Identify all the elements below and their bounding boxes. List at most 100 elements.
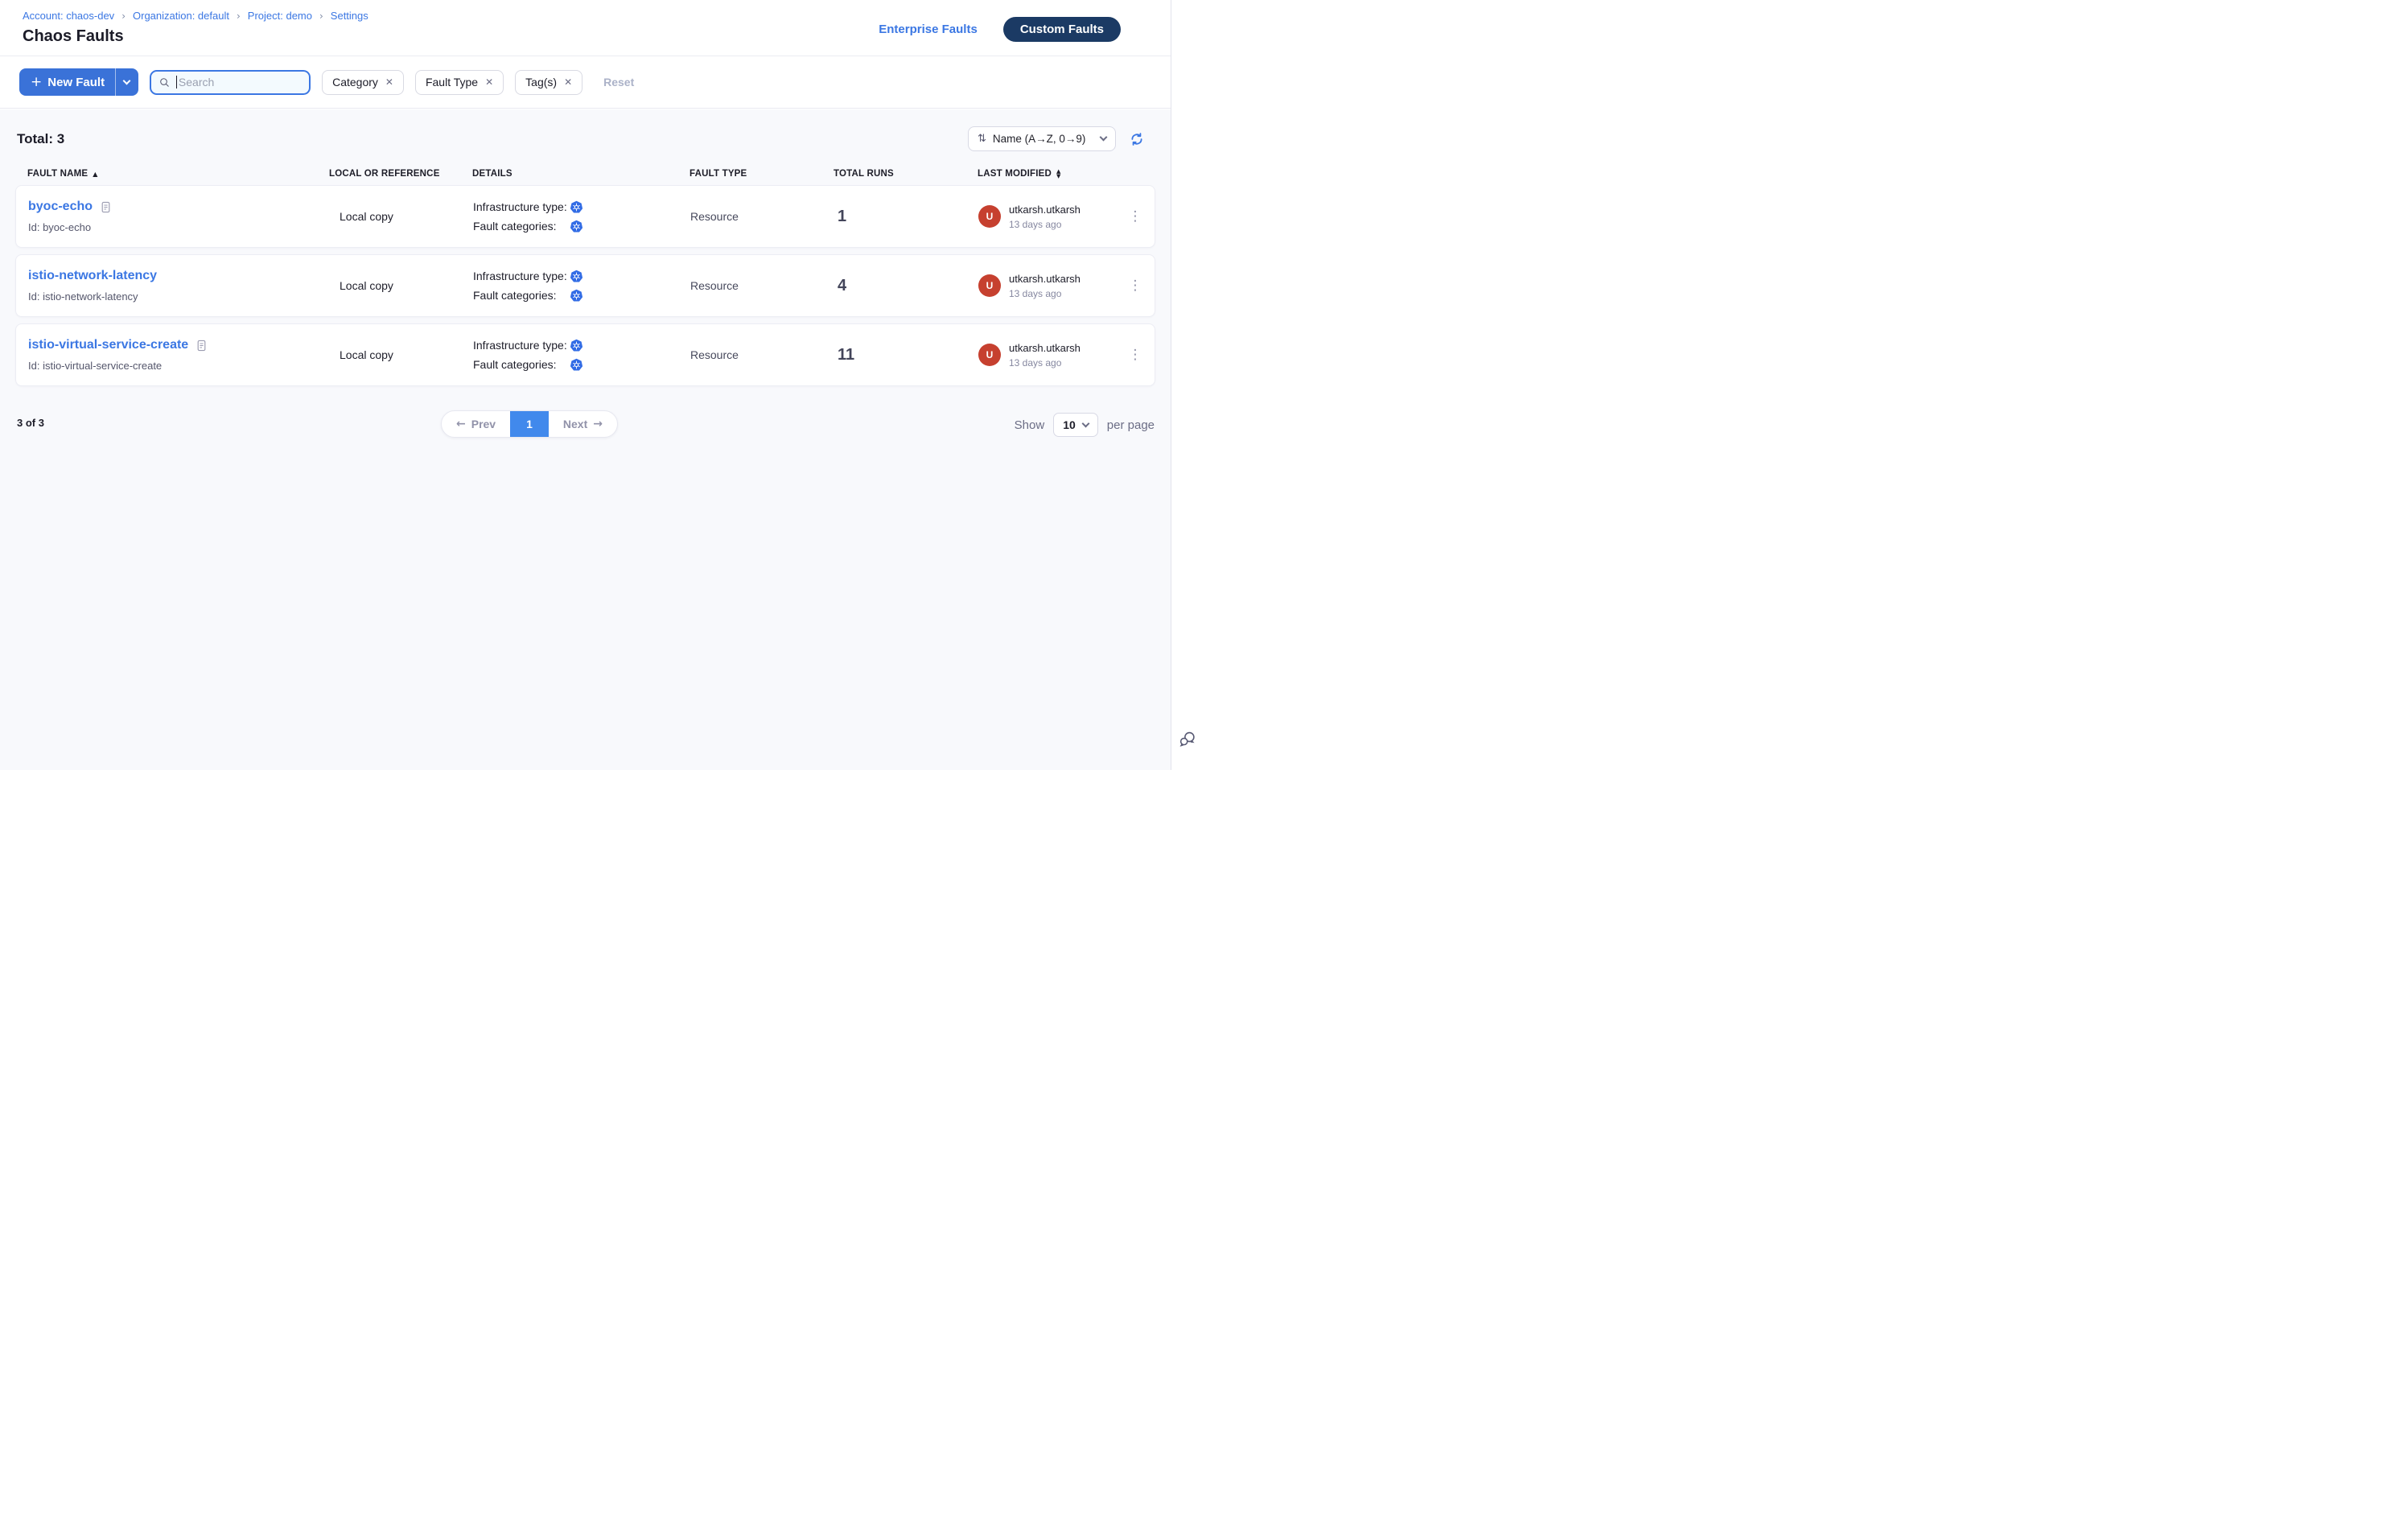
modified-by-user: utkarsh.utkarsh [1009, 273, 1081, 285]
reset-filters-button[interactable]: Reset [603, 76, 634, 89]
sort-updown-icon: ⇅ [978, 133, 986, 145]
new-fault-dropdown-button[interactable] [115, 68, 138, 96]
details-cell: Infrastructure type: Fault categories: [473, 339, 690, 372]
table-row: byoc-echo Id: byoc-echo Local copy [15, 185, 1155, 248]
fault-categories-label: Fault categories: [473, 220, 570, 233]
clipboard-icon[interactable] [196, 340, 207, 352]
fault-name-cell: byoc-echo Id: byoc-echo [28, 200, 330, 233]
row-menu-button[interactable]: ⋮ [1118, 207, 1155, 227]
infrastructure-type-label: Infrastructure type: [473, 270, 570, 282]
column-label: DETAILS [472, 169, 512, 179]
close-icon[interactable]: ✕ [564, 76, 572, 88]
custom-faults-button[interactable]: Custom Faults [1003, 17, 1121, 42]
modified-date: 13 days ago [1009, 219, 1081, 230]
page-summary: 3 of 3 [17, 417, 44, 429]
sort-area: ⇅ Name (A→Z, 0→9) [968, 126, 1144, 151]
kubernetes-icon [570, 289, 583, 303]
breadcrumb-settings-link[interactable]: Settings [331, 10, 368, 22]
row-menu-button[interactable]: ⋮ [1118, 345, 1155, 365]
kubernetes-icon [570, 358, 583, 372]
fault-categories-label: Fault categories: [473, 289, 570, 302]
fault-categories-label: Fault categories: [473, 358, 570, 371]
prev-label: Prev [471, 418, 496, 430]
page-size-value: 10 [1063, 418, 1076, 431]
last-modified-cell: U utkarsh.utkarsh 13 days ago [978, 204, 1118, 230]
sort-dropdown-value: Name (A→Z, 0→9) [993, 133, 1086, 145]
filter-chip-tags[interactable]: Tag(s) ✕ [515, 70, 582, 95]
sort-both-icon: ▲▼ [1056, 169, 1061, 179]
sort-ascending-icon: ▲ [93, 171, 97, 178]
fault-name-link[interactable]: byoc-echo [28, 200, 93, 214]
modified-date: 13 days ago [1009, 357, 1081, 369]
filter-chip-label: Tag(s) [525, 76, 557, 89]
fault-id: Id: istio-virtual-service-create [28, 360, 330, 372]
main-area: Account: chaos-dev › Organization: defau… [0, 0, 1171, 770]
fault-type-cell: Resource [690, 210, 834, 223]
avatar: U [978, 274, 1001, 297]
new-fault-button[interactable]: + New Fault [19, 68, 115, 96]
table-row: istio-virtual-service-create Id: istio-v… [15, 323, 1155, 386]
column-header-fault-name[interactable]: FAULT NAME ▲ [27, 169, 329, 179]
pager: ← Prev 1 Next → [441, 410, 618, 438]
chevron-right-icon: › [319, 10, 323, 22]
kubernetes-icon [570, 339, 583, 352]
chevron-down-icon [123, 76, 131, 84]
plus-icon: + [31, 76, 42, 89]
last-modified-cell: U utkarsh.utkarsh 13 days ago [978, 273, 1118, 299]
close-icon[interactable]: ✕ [485, 76, 493, 88]
fault-id: Id: byoc-echo [28, 221, 330, 233]
table-header: FAULT NAME ▲ LOCAL OR REFERENCE DETAILS … [15, 169, 1155, 185]
kubernetes-icon [570, 270, 583, 283]
enterprise-faults-link[interactable]: Enterprise Faults [879, 23, 978, 36]
fault-type-cell: Resource [690, 348, 834, 361]
column-header-last-modified[interactable]: LAST MODIFIED ▲▼ [978, 169, 1118, 179]
chat-widget-button[interactable] [1179, 731, 1196, 752]
breadcrumb-organization-link[interactable]: Organization: default [133, 10, 229, 22]
fault-name-cell: istio-virtual-service-create Id: istio-v… [28, 338, 330, 372]
total-runs-cell: 1 [834, 208, 978, 226]
filter-chip-label: Category [332, 76, 378, 89]
header-actions: Enterprise Faults Custom Faults [879, 17, 1121, 42]
avatar: U [978, 344, 1001, 366]
column-header-total-runs: TOTAL RUNS [834, 169, 978, 179]
fault-name-link[interactable]: istio-virtual-service-create [28, 338, 188, 352]
details-cell: Infrastructure type: Fault categories: [473, 270, 690, 303]
infrastructure-type-label: Infrastructure type: [473, 200, 570, 213]
new-fault-split-button: + New Fault [19, 68, 138, 96]
row-menu-button[interactable]: ⋮ [1118, 276, 1155, 296]
refresh-button[interactable] [1130, 132, 1144, 146]
page-number-button[interactable]: 1 [510, 411, 549, 437]
column-label: LAST MODIFIED [978, 169, 1052, 179]
per-page-label: per page [1107, 418, 1155, 432]
search-input[interactable] [179, 76, 301, 89]
modified-by-user: utkarsh.utkarsh [1009, 342, 1081, 354]
filter-chip-category[interactable]: Category ✕ [322, 70, 404, 95]
fault-id: Id: istio-network-latency [28, 290, 330, 303]
sort-dropdown[interactable]: ⇅ Name (A→Z, 0→9) [968, 126, 1116, 151]
filter-chip-fault-type[interactable]: Fault Type ✕ [415, 70, 504, 95]
next-label: Next [563, 418, 587, 430]
filter-chip-label: Fault Type [426, 76, 478, 89]
search-icon [159, 76, 170, 89]
page-size-select[interactable]: 10 [1053, 413, 1098, 437]
next-page-button[interactable]: Next → [549, 411, 617, 437]
list-top-bar: Total: 3 ⇅ Name (A→Z, 0→9) [0, 109, 1171, 151]
local-or-reference-cell: Local copy [330, 210, 473, 223]
avatar: U [978, 205, 1001, 228]
clipboard-icon[interactable] [101, 201, 111, 213]
chevron-right-icon: › [237, 10, 241, 22]
local-or-reference-cell: Local copy [330, 279, 473, 292]
close-icon[interactable]: ✕ [385, 76, 393, 88]
text-caret [176, 76, 177, 89]
breadcrumb-project-link[interactable]: Project: demo [248, 10, 312, 22]
fault-name-link[interactable]: istio-network-latency [28, 269, 157, 283]
kubernetes-icon [570, 220, 583, 233]
breadcrumb-account-link[interactable]: Account: chaos-dev [23, 10, 114, 22]
prev-page-button[interactable]: ← Prev [442, 411, 510, 437]
column-label: FAULT TYPE [690, 169, 747, 179]
total-runs-cell: 11 [834, 346, 978, 364]
toolbar: + New Fault Category ✕ Fault Type ✕ Tag(… [0, 56, 1171, 109]
chevron-right-icon: › [121, 10, 126, 22]
arrow-right-icon: → [593, 418, 603, 430]
local-or-reference-cell: Local copy [330, 348, 473, 361]
